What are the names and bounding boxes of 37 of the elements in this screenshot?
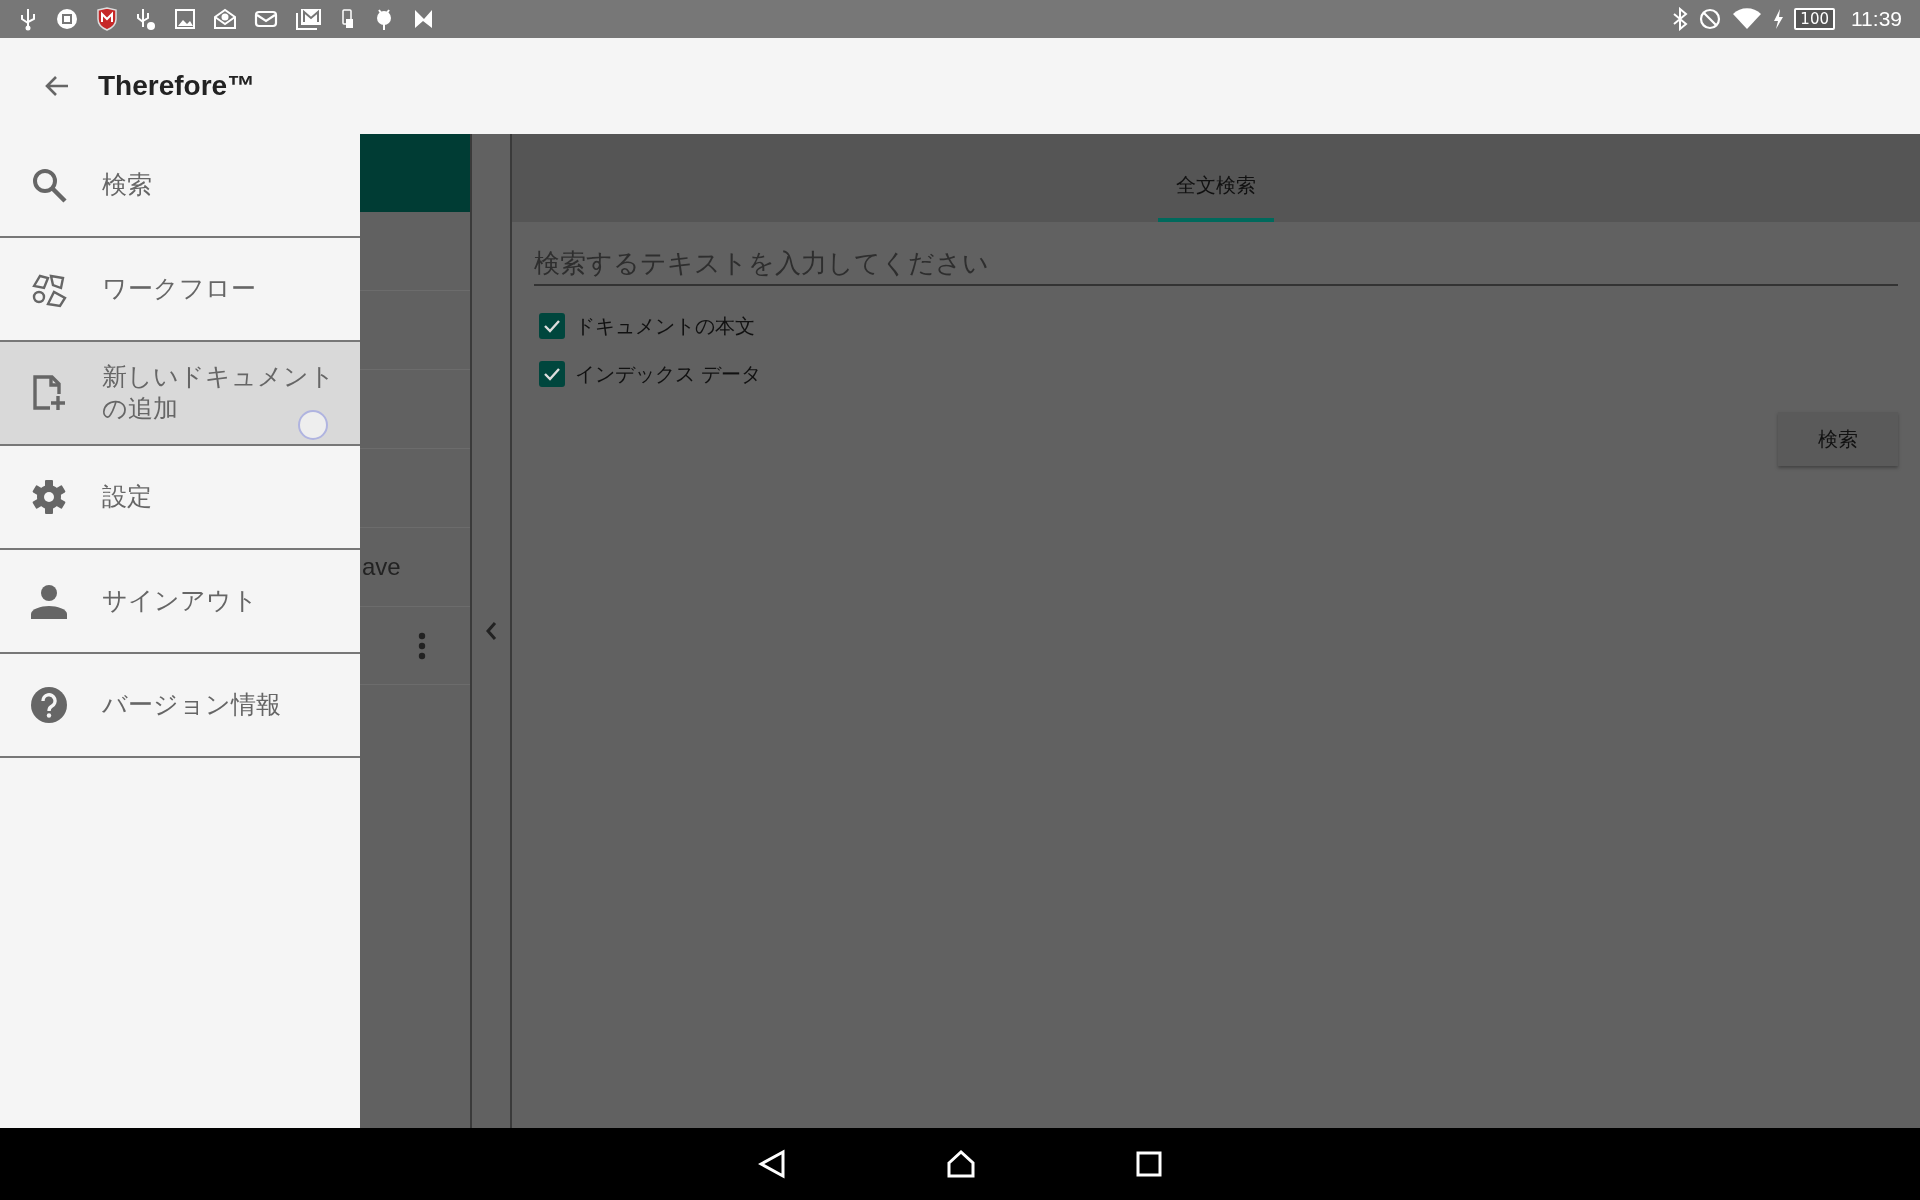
checkbox[interactable] <box>539 361 565 387</box>
usb-icon <box>18 7 38 31</box>
back-arrow-icon <box>44 74 70 98</box>
wifi-icon <box>1732 7 1763 31</box>
envelope-icon <box>254 9 278 29</box>
touch-indicator <box>298 410 328 440</box>
home-icon[interactable] <box>946 1149 976 1179</box>
mail-icon <box>295 7 323 31</box>
phone-icon <box>340 7 356 31</box>
drawer-item[interactable]: 新しいドキュメントの追加 <box>0 342 360 446</box>
search-button[interactable]: 検索 <box>1778 412 1898 466</box>
open-mail-icon <box>213 8 237 30</box>
checkmark-icon <box>543 319 561 333</box>
list-item-text: ave <box>362 553 401 581</box>
checkbox[interactable] <box>539 313 565 339</box>
app-title: Therefore™ <box>98 70 256 102</box>
add-document-icon <box>30 374 68 412</box>
checkmark-icon <box>543 367 561 381</box>
clock: 11:39 <box>1851 7 1902 31</box>
checkbox-label: ドキュメントの本文 <box>575 312 755 340</box>
more-options-icon[interactable] <box>418 631 426 660</box>
image-icon <box>174 8 196 30</box>
charging-icon <box>1772 8 1785 30</box>
bluetooth-icon <box>1672 7 1689 31</box>
usb-icon <box>135 7 157 31</box>
battery-level: 100 <box>1794 8 1835 30</box>
person-icon <box>30 582 68 620</box>
checkbox-label: インデックス データ <box>575 360 762 388</box>
search-icon <box>30 166 68 204</box>
shield-icon <box>96 7 118 31</box>
blocked-icon <box>1698 7 1723 31</box>
chevron-left-icon <box>485 621 497 641</box>
circle-app-icon <box>55 7 79 31</box>
help-icon <box>30 686 68 724</box>
back-icon[interactable] <box>758 1149 786 1179</box>
settings-icon <box>30 478 68 516</box>
recents-icon[interactable] <box>1136 1151 1162 1177</box>
